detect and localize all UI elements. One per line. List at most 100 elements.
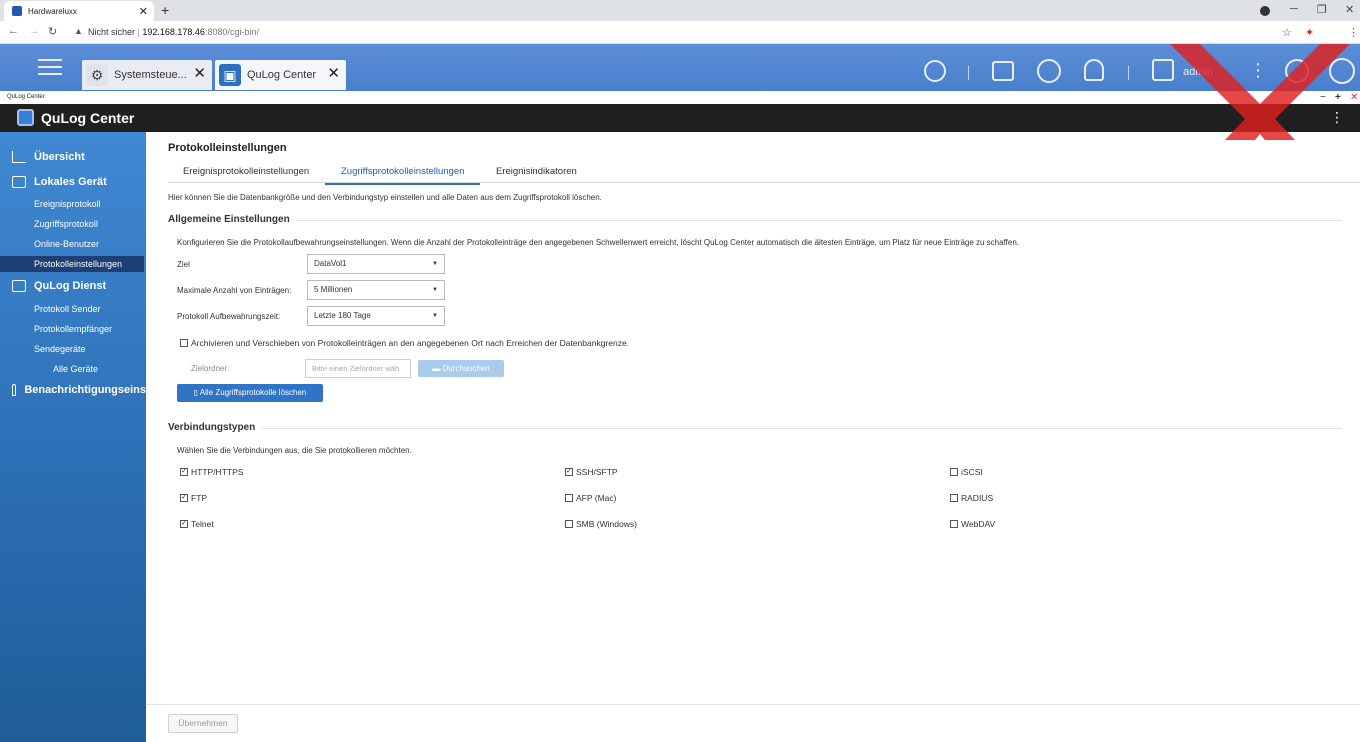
qts-tab-qulog[interactable]: ▣ QuLog Center ✕: [215, 60, 346, 90]
close-icon[interactable]: ✕: [193, 64, 206, 82]
extension-icon[interactable]: ✦: [1305, 26, 1314, 39]
sidebar-group-label: QuLog Dienst: [34, 280, 107, 292]
connection-label: iSCSI: [961, 467, 983, 477]
app-header: QuLog Center ⋮: [0, 104, 1360, 132]
connection-label: WebDAV: [961, 519, 996, 529]
app-title: QuLog Center: [41, 110, 135, 126]
minimize-window-button[interactable]: ─: [1290, 3, 1298, 15]
target-folder-label: Zielordner:: [191, 364, 230, 373]
url-path: :8080/cgi-bin/: [204, 27, 259, 37]
sidebar-group-qulog-service[interactable]: QuLog Dienst: [0, 280, 146, 292]
sidebar-item-sending-devices[interactable]: Sendegeräte: [34, 344, 86, 354]
apply-button[interactable]: Übernehmen: [168, 714, 238, 733]
security-label: Nicht sicher: [88, 27, 136, 37]
sidebar-item-event-log[interactable]: Ereignisprotokoll: [34, 199, 101, 209]
field-label-target: Ziel: [177, 260, 190, 269]
sidebar-item-overview[interactable]: Übersicht: [0, 151, 146, 163]
url-host: 192.168.178.46: [142, 27, 205, 37]
field-label-retention: Protokoll Aufbewahrungszeit:: [177, 312, 281, 321]
tab-access-log-settings[interactable]: Zugriffsprotokolleinstellungen: [325, 166, 481, 185]
chevron-down-icon: ▼: [432, 313, 438, 319]
checkbox-telnet[interactable]: ✓: [180, 520, 188, 528]
divider: [296, 220, 1342, 221]
main-menu-icon[interactable]: [38, 59, 62, 77]
sidebar-item-log-sender[interactable]: Protokoll Sender: [34, 304, 101, 314]
sidebar-item-label: Benachrichtigungseins: [24, 384, 146, 396]
checkbox-afp[interactable]: [565, 494, 573, 502]
close-window-button[interactable]: ✕: [1345, 3, 1354, 16]
browser-tab[interactable]: Hardwareluxx ✕: [4, 1, 154, 21]
connection-label: Telnet: [191, 519, 214, 529]
divider: [262, 428, 1342, 429]
target-folder-input[interactable]: Bitte einen Zielordner wäh: [305, 359, 411, 378]
select-value: Letzte 180 Tage: [314, 311, 371, 320]
tab-event-log-settings[interactable]: Ereignisprotokolleinstellungen: [183, 166, 309, 177]
checkbox-ftp[interactable]: ✓: [180, 494, 188, 502]
tab-event-indicators[interactable]: Ereignisindikatoren: [496, 166, 577, 177]
settings-tabs: Ereignisprotokolleinstellungen Zugriffsp…: [168, 162, 1360, 185]
section-title-connections: Verbindungstypen: [168, 422, 256, 433]
checkbox-http[interactable]: ✓: [180, 468, 188, 476]
delete-all-logs-button[interactable]: ▯ Alle Zugriffsprotokolle löschen: [177, 384, 323, 402]
maximize-window-button[interactable]: ❐: [1317, 3, 1327, 16]
page-description: Hier können Sie die Datenbankgröße und d…: [168, 193, 602, 202]
close-icon[interactable]: ✕: [327, 64, 340, 82]
sidebar-item-notifications[interactable]: Benachrichtigungseins: [0, 384, 146, 396]
browse-button-label: Durchsuchen: [442, 364, 490, 373]
qts-tab-label: Systemsteue...: [114, 69, 187, 81]
chevron-down-icon: ▼: [432, 261, 438, 267]
search-icon[interactable]: [924, 60, 946, 82]
bell-icon[interactable]: [1084, 59, 1104, 81]
sidebar-item-access-log[interactable]: Zugriffsprotokoll: [34, 219, 98, 229]
folder-icon: ▬: [432, 364, 443, 373]
divider: [968, 66, 969, 80]
max-entries-select[interactable]: 5 Millionen ▼: [307, 280, 445, 300]
connection-label: SMB (Windows): [576, 519, 637, 529]
checkbox-ssh[interactable]: ✓: [565, 468, 573, 476]
delete-button-label: Alle Zugriffsprotokolle löschen: [199, 388, 307, 397]
gear-icon: ⚙: [86, 64, 108, 86]
sidebar: Übersicht Lokales Gerät Ereignisprotokol…: [0, 132, 146, 742]
forward-icon[interactable]: →: [29, 25, 40, 37]
close-tab-icon[interactable]: ✕: [139, 5, 148, 18]
sidebar-item-online-users[interactable]: Online-Benutzer: [34, 239, 99, 249]
reload-icon[interactable]: ↻: [48, 25, 57, 38]
connection-label: FTP: [191, 493, 208, 503]
connection-label: SSH/SFTP: [576, 467, 618, 477]
qts-tab-control-panel[interactable]: ⚙ Systemsteue... ✕: [82, 60, 212, 90]
section-title-general: Allgemeine Einstellungen: [168, 214, 290, 225]
target-volume-select[interactable]: DataVol1 ▼: [307, 254, 445, 274]
sidebar-group-local-device[interactable]: Lokales Gerät: [0, 176, 146, 188]
url-field[interactable]: Nicht sicher | 192.168.178.46:8080/cgi-b…: [88, 27, 259, 37]
bookmark-star-icon[interactable]: ☆: [1282, 26, 1292, 39]
divider: [1128, 66, 1129, 80]
connection-label: RADIUS: [961, 493, 994, 503]
retention-select[interactable]: Letzte 180 Tage ▼: [307, 306, 445, 326]
sidebar-item-all-devices[interactable]: Alle Geräte: [53, 364, 98, 374]
field-label-max-entries: Maximale Anzahl von Einträgen:: [177, 286, 292, 295]
profile-icon[interactable]: [1260, 6, 1270, 16]
browser-menu-icon[interactable]: ⋮: [1348, 26, 1359, 39]
app-window-strip: QuLog Center − + ✕: [0, 91, 1360, 104]
new-tab-button[interactable]: +: [161, 2, 169, 18]
task-stack-icon[interactable]: [992, 61, 1014, 81]
checkbox-webdav[interactable]: [950, 520, 958, 528]
checkbox-iscsi[interactable]: [950, 468, 958, 476]
sidebar-item-log-receiver[interactable]: Protokollempfänger: [34, 324, 112, 334]
app-window-label: QuLog Center: [7, 94, 45, 100]
address-bar: ← → ↻ ▲ Nicht sicher | 192.168.178.46:80…: [0, 21, 1360, 44]
site-favicon-icon: [12, 6, 22, 16]
back-icon[interactable]: ←: [8, 25, 19, 37]
archive-checkbox[interactable]: [180, 339, 188, 347]
sync-icon[interactable]: [1037, 59, 1061, 83]
archive-label: Archivieren und Verschieben von Protokol…: [191, 338, 630, 348]
service-icon: [12, 280, 26, 292]
browse-button[interactable]: ▬ Durchsuchen: [418, 360, 504, 377]
browser-tabstrip: Hardwareluxx ✕ + ─ ❐ ✕: [0, 0, 1360, 21]
qts-taskbar: ⚙ Systemsteue... ✕ ▣ QuLog Center ✕ admi…: [0, 44, 1360, 91]
checkbox-smb[interactable]: [565, 520, 573, 528]
chart-icon: [12, 151, 26, 163]
bell-icon: [12, 384, 17, 396]
checkbox-radius[interactable]: [950, 494, 958, 502]
sidebar-item-log-settings[interactable]: Protokolleinstellungen: [0, 256, 144, 272]
